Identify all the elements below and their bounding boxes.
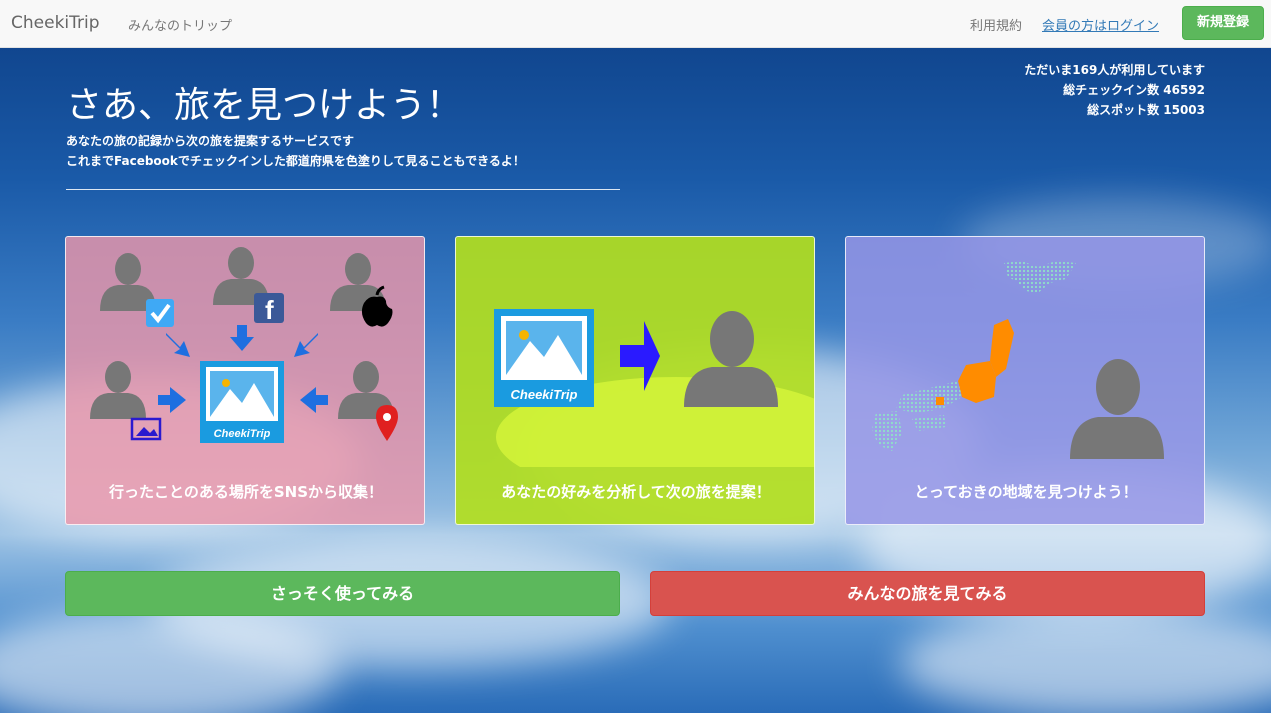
stat-users-now: ただいま169人が利用しています	[1024, 63, 1205, 77]
svg-text:CheekiTrip: CheekiTrip	[511, 387, 578, 402]
hero-subtitle: あなたの旅の記録から次の旅を提案するサービスです これまでFacebookでチェ…	[66, 131, 525, 171]
suggest-illustration: CheekiTrip	[494, 309, 814, 467]
feature-card-suggest: CheekiTrip あなたの好みを分析して次の旅を提案！	[455, 236, 815, 525]
feature-card-collect: f CheekiTrip 行ったことのある場所をSNSから収集！	[65, 236, 425, 525]
hero-subtitle-line-2: これまでFacebookでチェックインした都道府県を色塗りして見ることもできるよ…	[66, 154, 525, 168]
person-icon	[90, 361, 146, 419]
brand-logo[interactable]: CheekiTrip	[11, 13, 100, 33]
nav-login[interactable]: 会員の方はログイン	[1042, 15, 1159, 34]
cheekitrip-logo-icon: CheekiTrip	[200, 361, 284, 443]
svg-text:f: f	[265, 295, 274, 325]
facebook-icon: f	[254, 293, 284, 325]
photo-icon	[130, 417, 162, 441]
nav-terms[interactable]: 利用規約	[970, 15, 1022, 34]
usage-stats: ただいま169人が利用しています 総チェックイン数 46592 総スポット数 1…	[1024, 60, 1205, 120]
stat-spots: 総スポット数 15003	[1087, 103, 1205, 117]
discover-illustration	[872, 261, 1164, 459]
japan-map-icon	[872, 261, 1076, 451]
person-icon	[684, 311, 778, 407]
map-pin-icon	[376, 405, 398, 441]
cheekitrip-logo-icon: CheekiTrip	[494, 309, 594, 407]
nav-everyones-trips[interactable]: みんなのトリップ	[128, 15, 232, 34]
start-button[interactable]: さっそく使ってみる	[65, 571, 620, 616]
checkin-app-icon	[146, 299, 174, 327]
page-title: さあ、旅を見つけよう！	[66, 85, 463, 126]
feature-caption-collect: 行ったことのある場所をSNSから収集！	[108, 483, 383, 501]
see-trips-button[interactable]: みんなの旅を見てみる	[650, 571, 1205, 616]
svg-text:CheekiTrip: CheekiTrip	[214, 428, 271, 440]
divider	[66, 189, 620, 190]
feature-caption-discover: とっておきの地域を見つけよう！	[914, 483, 1138, 501]
feature-card-discover: とっておきの地域を見つけよう！	[845, 236, 1205, 525]
stat-checkins: 総チェックイン数 46592	[1063, 83, 1205, 97]
collect-illustration: f CheekiTrip	[90, 247, 398, 443]
signup-button[interactable]: 新規登録	[1182, 6, 1264, 40]
hero-subtitle-line-1: あなたの旅の記録から次の旅を提案するサービスです	[66, 134, 355, 148]
feature-caption-suggest: あなたの好みを分析して次の旅を提案！	[501, 483, 771, 501]
person-icon	[1070, 359, 1164, 459]
top-navbar: CheekiTrip みんなのトリップ 利用規約 会員の方はログイン 新規登録	[0, 0, 1271, 48]
